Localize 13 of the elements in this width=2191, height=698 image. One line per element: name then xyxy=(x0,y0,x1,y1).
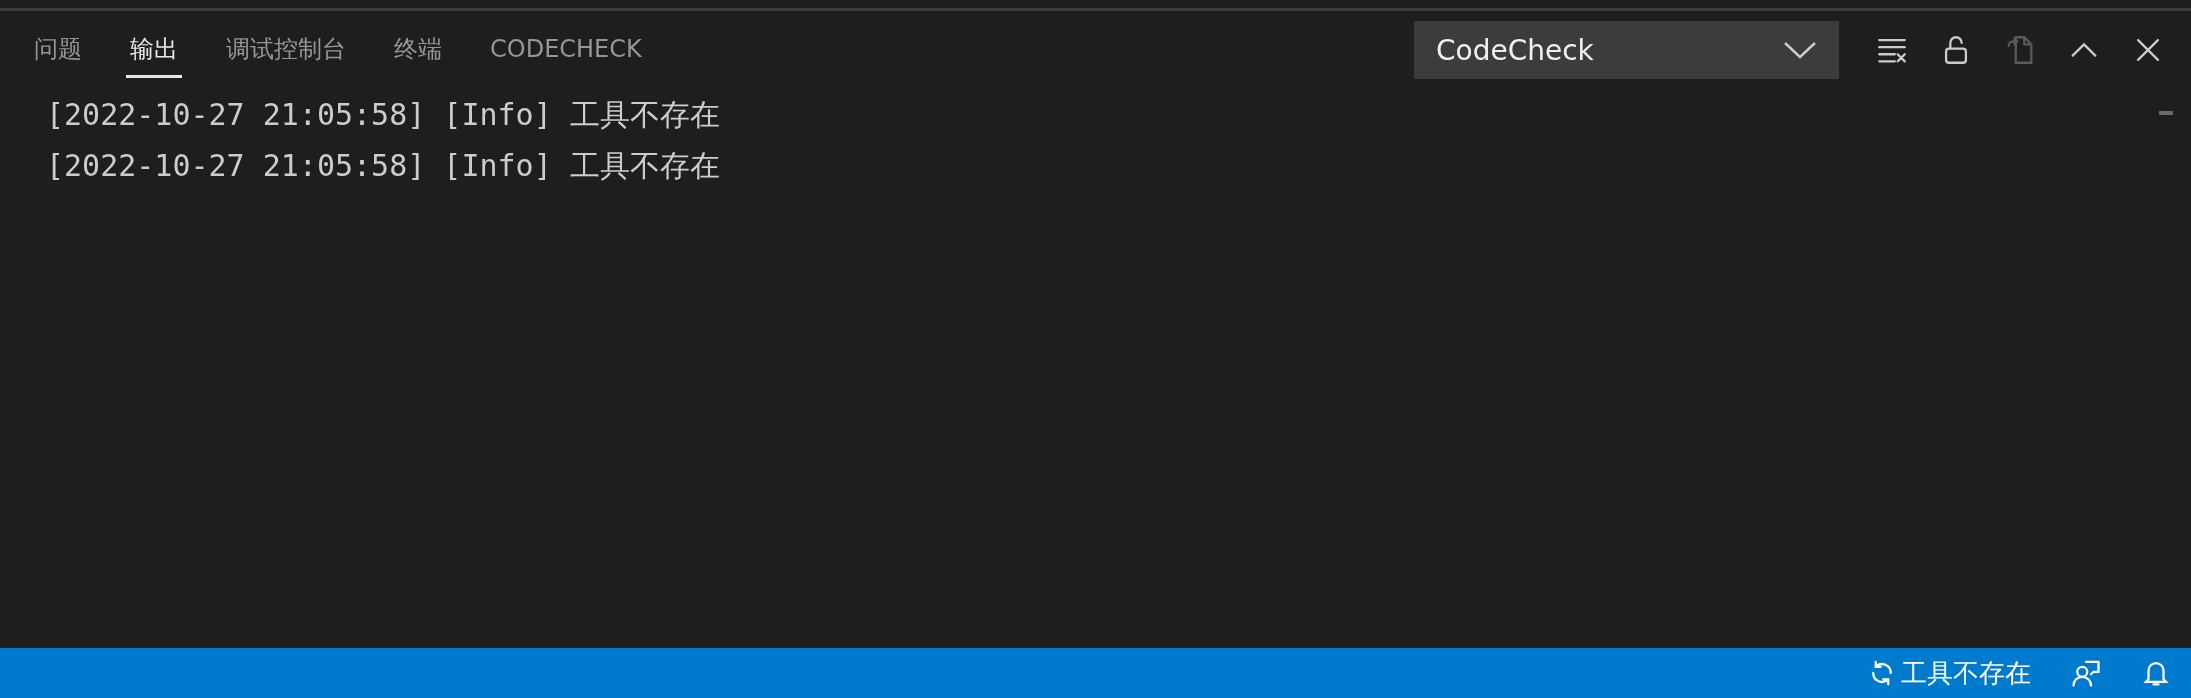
panel-tab[interactable]: 问题 xyxy=(30,22,86,78)
status-item[interactable]: 工具不存在 xyxy=(1867,655,2031,691)
chevron-down-icon xyxy=(1783,40,1817,60)
output-line: [2022-10-27 21:05:58] [Info] 工具不存在 xyxy=(46,147,721,185)
feedback-icon[interactable] xyxy=(2071,658,2101,688)
panel-tab[interactable]: 调试控制台 xyxy=(222,22,350,78)
channel-dropdown[interactable]: CodeCheck xyxy=(1414,21,1839,79)
status-text: 工具不存在 xyxy=(1901,656,2031,690)
dropdown-value: CodeCheck xyxy=(1436,33,1594,67)
panel-tab[interactable]: CODECHECK xyxy=(486,24,646,76)
output-line: [2022-10-27 21:05:58] [Info] 工具不存在 xyxy=(46,96,721,134)
panel-tab[interactable]: 输出 xyxy=(126,22,182,78)
panel-tab[interactable]: 终端 xyxy=(390,22,446,78)
